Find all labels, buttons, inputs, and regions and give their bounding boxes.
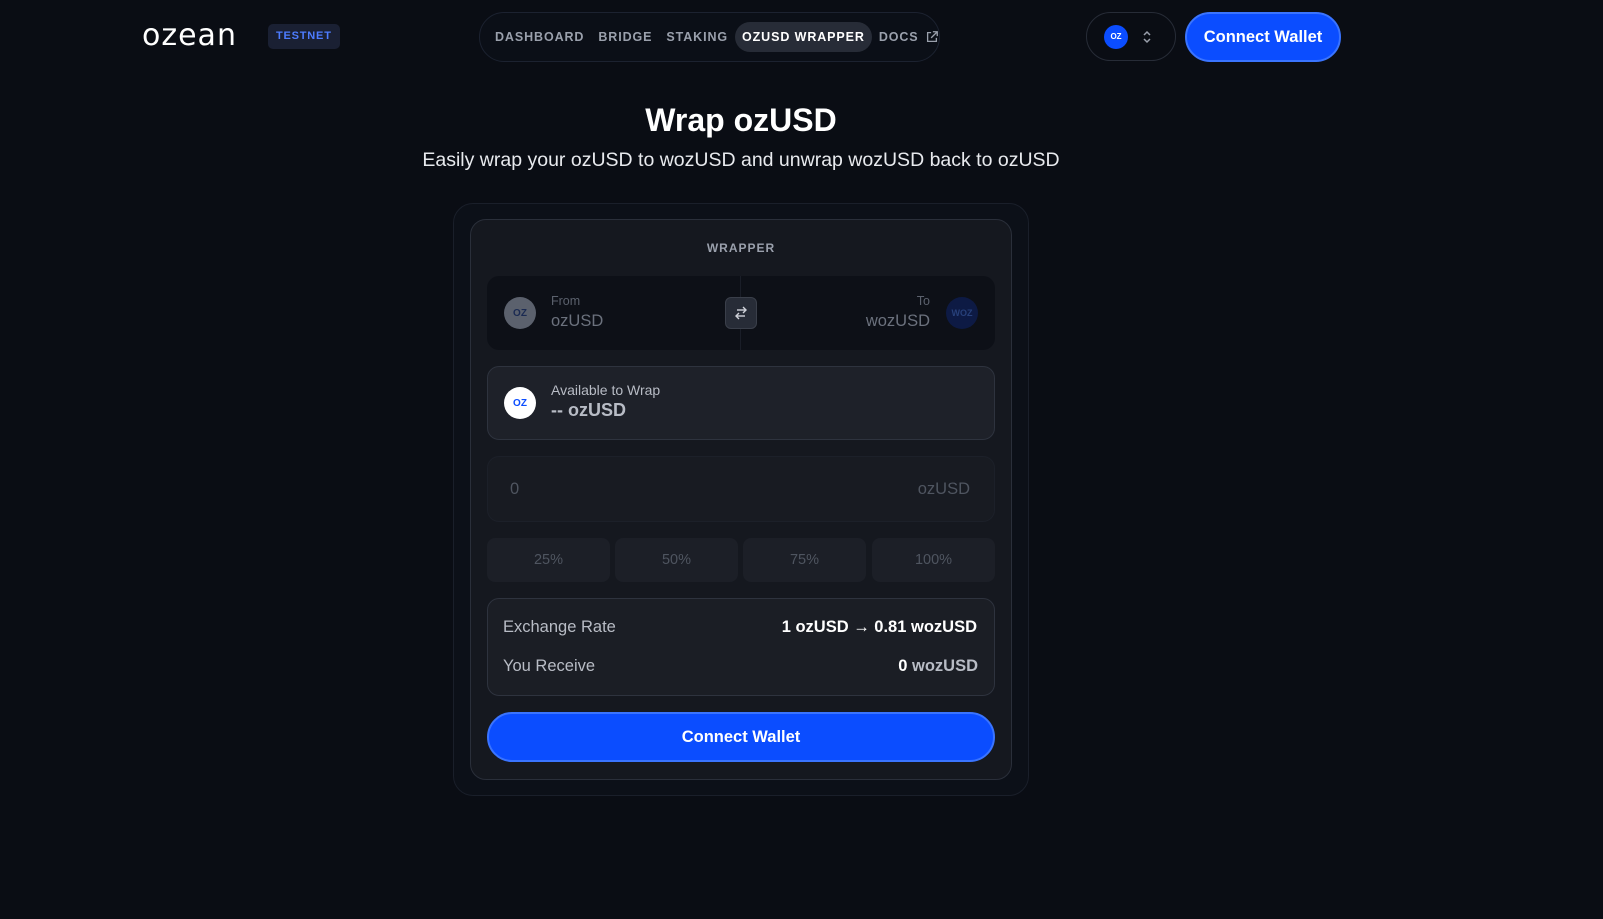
swap-arrows-icon	[735, 306, 747, 320]
swap-direction-button[interactable]	[725, 297, 757, 329]
connect-wallet-button-header[interactable]: Connect Wallet	[1185, 12, 1341, 62]
page-title: Wrap ozUSD	[645, 102, 837, 138]
percent-75-button[interactable]: 75%	[743, 538, 866, 582]
logo-text: ozean	[142, 18, 237, 53]
from-token: ozUSD	[551, 312, 604, 330]
available-balance: -- ozUSD	[551, 400, 626, 420]
page-subtitle: Easily wrap your ozUSD to wozUSD and unw…	[422, 149, 1060, 171]
available-label: Available to Wrap	[551, 382, 661, 398]
to-label: To	[916, 294, 930, 308]
wozusd-token-icon: WOZ	[946, 297, 978, 329]
you-receive-label: You Receive	[503, 657, 596, 675]
from-label: From	[551, 294, 581, 308]
exchange-rate-label: Exchange Rate	[503, 618, 616, 636]
percent-100-button[interactable]: 100%	[872, 538, 995, 582]
ozusd-balance-icon: OZ	[504, 387, 536, 419]
nav-docs[interactable]: DOCS	[872, 22, 946, 52]
ozean-chain-icon: OZ	[1104, 24, 1128, 49]
percent-25-button[interactable]: 25%	[487, 538, 610, 582]
amount-input[interactable]	[510, 478, 810, 500]
you-receive-amount: 0	[898, 657, 908, 675]
nav-staking[interactable]: STAKING	[659, 22, 735, 52]
you-receive-value: 0 wozUSD	[898, 657, 978, 676]
chain-selector[interactable]: OZ	[1086, 12, 1176, 61]
top-header: ozean TESTNET DASHBOARD BRIDGE STAKING O…	[0, 0, 1603, 72]
nav-dashboard[interactable]: DASHBOARD	[488, 22, 591, 52]
external-link-icon	[926, 31, 938, 43]
nav-bridge[interactable]: BRIDGE	[591, 22, 659, 52]
nav-docs-label: DOCS	[878, 30, 919, 44]
testnet-badge: TESTNET	[268, 24, 340, 49]
ozean-logo[interactable]: ozean	[142, 18, 237, 53]
nav-ozusd-wrapper[interactable]: OZUSD WRAPPER	[735, 22, 872, 52]
connect-wallet-button[interactable]: Connect Wallet	[487, 712, 995, 762]
you-receive-unit: wozUSD	[912, 657, 978, 675]
amount-unit: ozUSD	[917, 480, 970, 498]
to-token: wozUSD	[865, 312, 930, 330]
ozusd-token-icon: OZ	[504, 297, 536, 329]
main-nav: DASHBOARD BRIDGE STAKING OZUSD WRAPPER D…	[479, 12, 940, 62]
summary-panel	[487, 598, 995, 696]
chevron-up-down-icon	[1142, 29, 1152, 45]
percent-50-button[interactable]: 50%	[615, 538, 738, 582]
wrapper-label: WRAPPER	[706, 241, 776, 255]
exchange-rate-value: 1 ozUSD → 0.81 wozUSD	[781, 618, 977, 636]
